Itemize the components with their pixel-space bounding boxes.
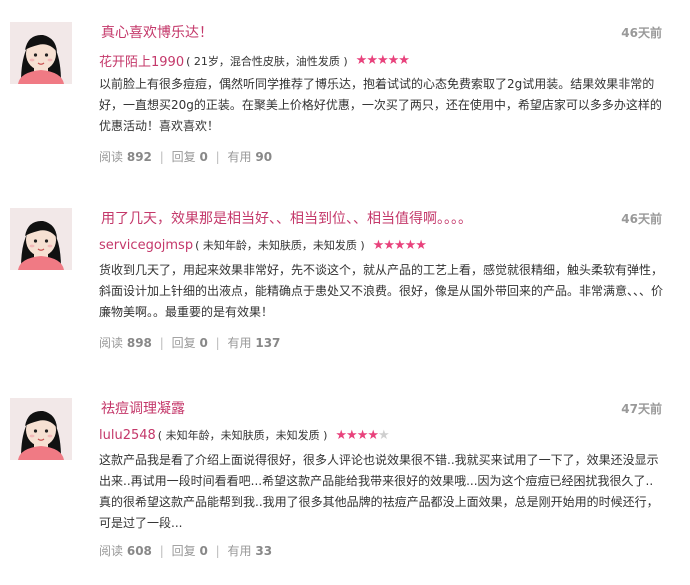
divider: | [159, 336, 164, 350]
divider: | [215, 544, 220, 558]
review-body: 这款产品我是看了介绍上面说得很好，很多人评论也说效果很不错..我就买来试用了一下… [99, 453, 659, 530]
rating-stars: ★★★★★ [335, 427, 390, 443]
review-time: 47天前 [621, 402, 662, 416]
review-title[interactable]: 祛痘调理凝露 [101, 398, 185, 418]
review-title[interactable]: 真心喜欢博乐达！ [101, 22, 213, 42]
useful-label[interactable]: 有用 [228, 544, 252, 558]
divider: | [215, 336, 220, 350]
useful-count: 90 [255, 150, 273, 164]
review-user-profile: ( 未知年龄，未知肤质，未知发质 ) [157, 429, 328, 442]
useful-label[interactable]: 有用 [228, 150, 252, 164]
star-icon: ★ [404, 237, 417, 253]
review-user-line: servicegojmsp ( 未知年龄，未知肤质，未知发质 ) ★★★★★ [99, 237, 427, 253]
review-body: 货收到几天了，用起来效果非常好，先不谈这个，就从产品的工艺上看，感觉就很精细，触… [99, 263, 664, 319]
useful-count: 33 [255, 544, 273, 558]
rating-stars: ★★★★★ [355, 53, 410, 68]
read-count: 892 [126, 150, 152, 164]
review-time: 46天前 [621, 26, 662, 40]
review-user-line: 花开陌上1990 ( 21岁，混合性皮肤，油性发质 ) ★★★★★ [99, 51, 410, 70]
useful-label[interactable]: 有用 [228, 336, 252, 350]
review-body: 以前脸上有很多痘痘，偶然听同学推荐了博乐达，抱着试试的心态免费索取了2g试用装。… [99, 77, 662, 133]
star-icon: ★ [346, 427, 358, 443]
reply-label[interactable]: 回复 [172, 544, 196, 558]
star-icon: ★ [366, 53, 378, 68]
star-icon: ★ [398, 53, 410, 68]
read-label: 阅读 [99, 150, 124, 164]
star-icon: ★ [387, 53, 400, 68]
star-icon: ★ [376, 53, 389, 68]
reply-count: 0 [199, 544, 208, 558]
reply-label[interactable]: 回复 [172, 336, 196, 350]
star-icon: ★ [393, 237, 406, 253]
review-username[interactable]: lulu2548 [99, 428, 156, 443]
review-user-profile: ( 未知年龄，未知肤质，未知发质 ) [195, 239, 365, 252]
star-icon: ★ [335, 427, 347, 443]
review-stats: 阅读 608 | 回复 0 | 有用 33 [99, 542, 272, 559]
review-stats: 阅读 892 | 回复 0 | 有用 90 [99, 148, 272, 165]
review-username[interactable]: servicegojmsp [99, 238, 193, 253]
read-label: 阅读 [99, 544, 124, 558]
read-count: 898 [126, 336, 152, 350]
review-title[interactable]: 用了几天，效果那是相当好、、相当到位、、相当值得啊。。。。 [101, 208, 472, 228]
reply-count: 0 [199, 150, 208, 164]
star-icon: ★ [383, 237, 395, 253]
useful-count: 137 [255, 336, 281, 350]
reply-count: 0 [199, 336, 208, 350]
star-icon: ★ [415, 237, 427, 253]
star-icon: ★ [355, 53, 368, 68]
divider: | [159, 544, 164, 558]
user-avatar-icon[interactable] [10, 208, 72, 270]
star-icon: ★ [367, 427, 379, 443]
user-avatar-icon[interactable] [10, 22, 72, 84]
star-icon: ★ [356, 427, 369, 443]
review-stats: 阅读 898 | 回复 0 | 有用 137 [99, 334, 280, 351]
star-icon: ★ [372, 237, 385, 253]
star-icon: ★ [378, 427, 390, 443]
review-username[interactable]: 花开陌上1990 [99, 51, 184, 70]
rating-stars: ★★★★★ [372, 237, 427, 253]
read-label: 阅读 [99, 336, 124, 350]
review-user-profile: ( 21岁，混合性皮肤，油性发质 ) [186, 54, 348, 68]
divider: | [159, 150, 164, 164]
divider: | [215, 150, 220, 164]
reply-label[interactable]: 回复 [172, 150, 196, 164]
review-time: 46天前 [621, 212, 662, 226]
user-avatar-icon[interactable] [10, 398, 72, 460]
review-user-line: lulu2548 ( 未知年龄，未知肤质，未知发质 ) ★★★★★ [99, 427, 390, 443]
read-count: 608 [126, 544, 152, 558]
